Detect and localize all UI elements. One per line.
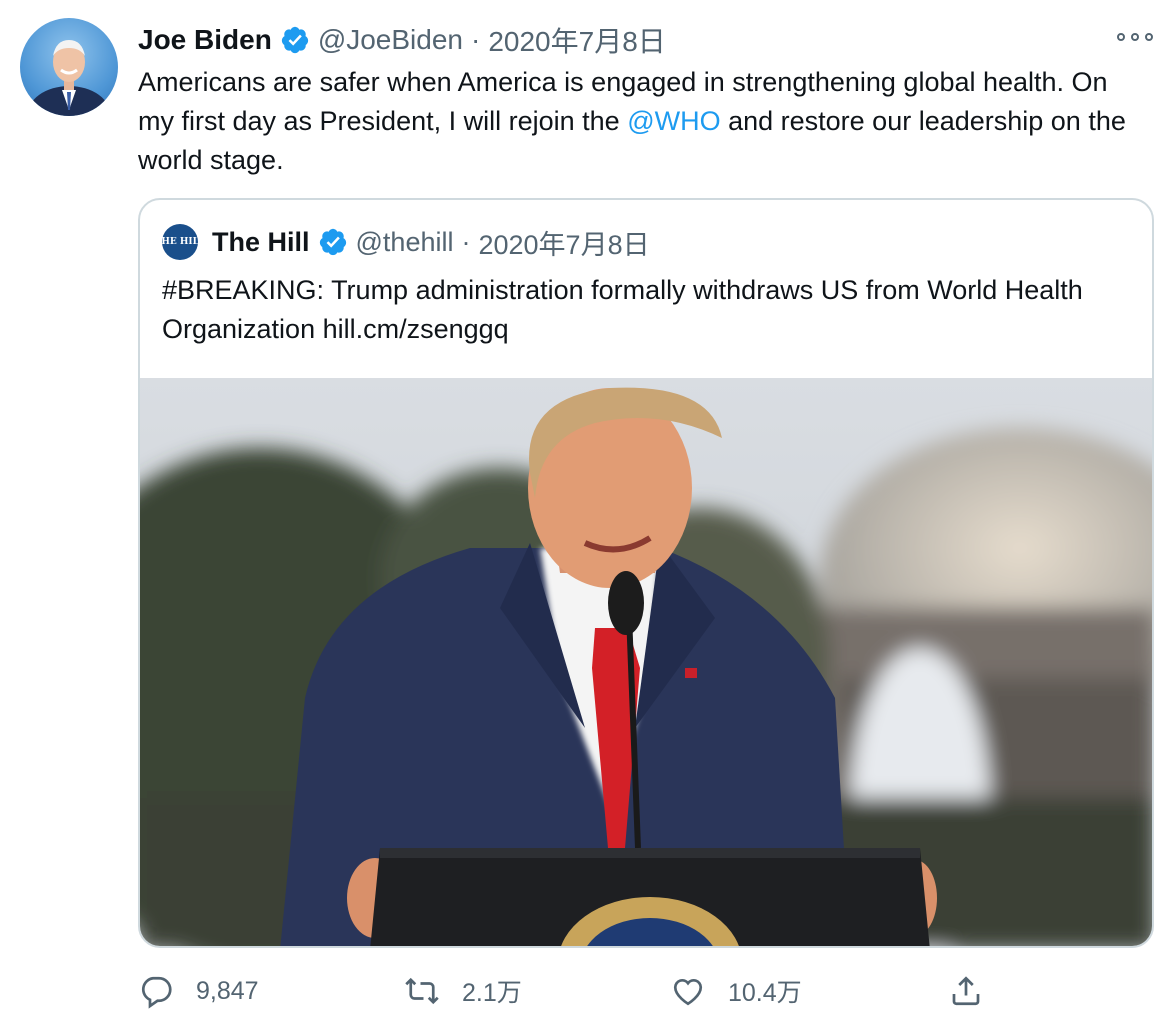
tweet-actions: 9,847 2.1万 10.4万 — [138, 968, 1148, 1014]
more-dot — [1145, 33, 1153, 41]
quoted-author-handle[interactable]: @thehill — [356, 227, 454, 258]
tweet-text: Americans are safer when America is enga… — [138, 63, 1148, 180]
reply-button[interactable]: 9,847 — [138, 968, 259, 1014]
reply-count: 9,847 — [196, 976, 259, 1005]
retweet-count: 2.1万 — [462, 979, 522, 1007]
like-button[interactable]: 10.4万 — [670, 968, 802, 1014]
tweet-header: Joe Biden @JoeBiden · 2020年7月8日 — [138, 20, 666, 60]
separator-dot: · — [461, 226, 471, 257]
more-dot — [1117, 33, 1125, 41]
share-button[interactable] — [948, 968, 1006, 1014]
quoted-author-avatar[interactable]: THE HILL — [155, 224, 205, 260]
reply-icon — [141, 976, 172, 1009]
separator-dot: · — [471, 24, 481, 55]
quoted-tweet-header: THE HILL The Hill @thehill · 2020年7月8日 — [155, 222, 650, 262]
share-icon — [952, 976, 980, 1006]
quoted-tweet-text: #BREAKING: Trump administration formally… — [162, 275, 1083, 344]
verified-badge-icon — [319, 228, 346, 256]
more-dot — [1131, 33, 1139, 41]
quoted-tweet-photo[interactable] — [140, 378, 1152, 946]
author-handle[interactable]: @JoeBiden — [318, 24, 463, 56]
quoted-tweet[interactable]: THE HILL The Hill @thehill · 2020年7月8日 #… — [138, 198, 1154, 948]
quoted-tweet-date[interactable]: 2020年7月8日 — [478, 223, 649, 262]
heart-icon — [673, 978, 703, 1006]
tweet-date[interactable]: 2020年7月8日 — [488, 20, 665, 60]
retweet-button[interactable]: 2.1万 — [404, 968, 522, 1014]
more-options-icon[interactable] — [1117, 28, 1153, 46]
like-count: 10.4万 — [728, 979, 802, 1007]
retweet-icon — [405, 977, 439, 1005]
quoted-author-name[interactable]: The Hill — [212, 227, 310, 258]
verified-badge-icon — [281, 26, 308, 54]
author-name[interactable]: Joe Biden — [138, 24, 272, 56]
mention-link[interactable]: @WHO — [627, 106, 720, 136]
author-avatar[interactable] — [20, 18, 118, 116]
